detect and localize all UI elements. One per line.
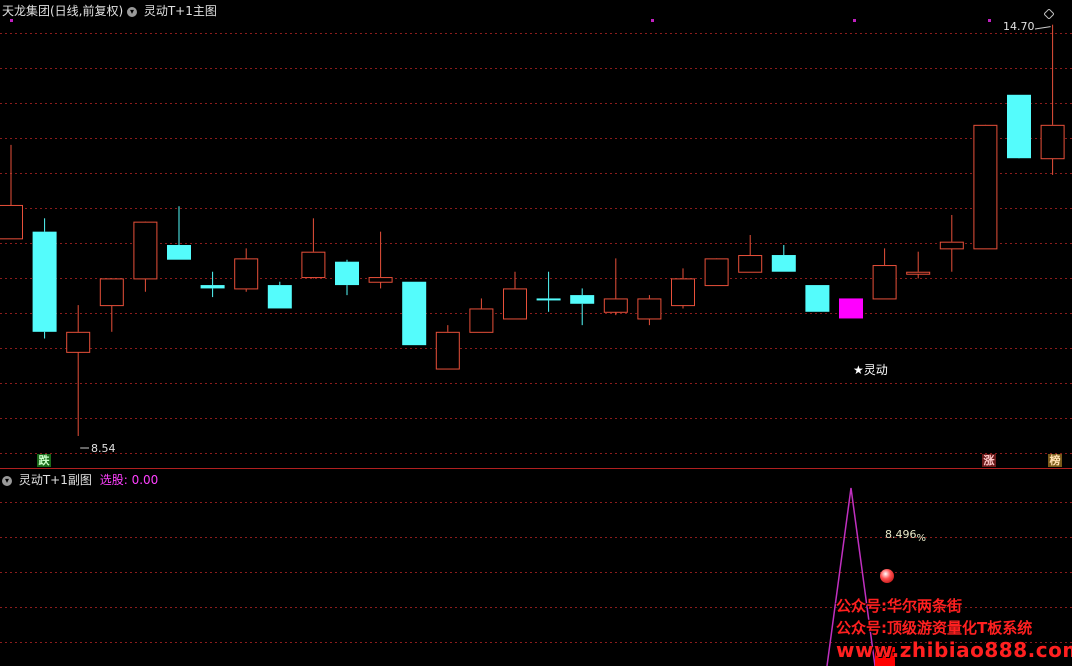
signal-label: ★灵动 xyxy=(853,363,888,377)
candle[interactable] xyxy=(402,281,427,346)
percent-value: 8.496 xyxy=(885,528,917,541)
candle[interactable] xyxy=(368,231,393,289)
candle[interactable] xyxy=(32,218,57,339)
watermark-line3: www.zhibiao888.com xyxy=(836,638,1072,662)
candle-body xyxy=(738,255,763,273)
candle[interactable] xyxy=(906,251,931,279)
candle-body xyxy=(267,285,292,309)
low-price-label: 8.54 xyxy=(91,442,116,455)
candle-body xyxy=(368,277,393,283)
candle-body xyxy=(704,258,729,287)
candle[interactable] xyxy=(771,245,796,272)
candle[interactable] xyxy=(200,271,225,298)
candle[interactable] xyxy=(234,248,259,292)
candle-body xyxy=(536,298,561,301)
candle-body xyxy=(805,285,830,312)
candle[interactable] xyxy=(435,325,460,370)
candle-body xyxy=(234,258,259,290)
candle-body xyxy=(939,241,964,250)
candle[interactable] xyxy=(469,298,494,333)
ball-icon xyxy=(880,569,894,583)
candle[interactable] xyxy=(133,221,158,292)
down-tag[interactable]: 跌 xyxy=(37,454,51,467)
candle[interactable] xyxy=(1040,24,1065,175)
candle[interactable] xyxy=(704,258,729,287)
candle-body xyxy=(66,331,91,353)
candle-body xyxy=(637,298,662,320)
candle-body xyxy=(872,265,897,300)
candle-body xyxy=(1007,94,1031,159)
candle-body xyxy=(603,298,628,313)
candle[interactable] xyxy=(738,235,763,273)
candle-body xyxy=(469,308,494,333)
marker-dot xyxy=(988,19,991,22)
candle[interactable] xyxy=(536,271,561,312)
watermark-line2: 公众号:顶级游资量化T板系统 xyxy=(836,619,1033,637)
high-arrow-line xyxy=(1034,26,1051,30)
candle-body xyxy=(839,298,863,319)
candle[interactable] xyxy=(335,259,359,296)
rank-tag[interactable]: 榜 xyxy=(1048,454,1062,467)
candle-body xyxy=(200,285,225,289)
candle-body xyxy=(0,204,23,240)
percent-label: 8.496% xyxy=(885,528,927,544)
watermark-line1: 公众号:华尔两条街 xyxy=(836,597,962,615)
candle[interactable] xyxy=(973,124,998,250)
candle-body xyxy=(1040,124,1065,160)
candle[interactable] xyxy=(671,268,695,309)
candle[interactable] xyxy=(839,298,863,319)
marker-dot xyxy=(651,19,654,22)
percent-symbol: % xyxy=(916,533,927,544)
candle[interactable] xyxy=(603,258,628,316)
candle-body xyxy=(503,288,527,320)
candle[interactable] xyxy=(805,285,830,312)
candle-body xyxy=(570,295,595,304)
marker-dot xyxy=(853,19,856,22)
marker-dot xyxy=(10,19,13,22)
candle[interactable] xyxy=(99,278,124,332)
high-price-label: 14.70 xyxy=(1003,20,1035,33)
candle[interactable] xyxy=(637,295,662,326)
candle-body xyxy=(671,278,695,307)
candle[interactable] xyxy=(66,305,91,436)
candle-body xyxy=(335,261,359,286)
candle[interactable] xyxy=(167,206,191,260)
candle[interactable] xyxy=(0,144,23,240)
candle-body xyxy=(402,281,427,346)
candle-body xyxy=(32,231,57,332)
candle[interactable] xyxy=(301,218,326,279)
candle-body xyxy=(167,245,191,260)
candle-body xyxy=(435,331,460,370)
candlestick-chart[interactable] xyxy=(0,0,1072,468)
candle-body xyxy=(973,124,998,250)
candle[interactable] xyxy=(1007,94,1031,159)
candle-body xyxy=(133,221,158,280)
candle-body xyxy=(99,278,124,307)
candle-body xyxy=(906,271,931,275)
candle[interactable] xyxy=(872,248,897,300)
candle[interactable] xyxy=(570,288,595,326)
candle-body xyxy=(301,251,326,279)
candle[interactable] xyxy=(939,214,964,272)
candle-body xyxy=(771,255,796,272)
candle[interactable] xyxy=(267,281,292,309)
up-tag[interactable]: 涨 xyxy=(982,454,996,467)
